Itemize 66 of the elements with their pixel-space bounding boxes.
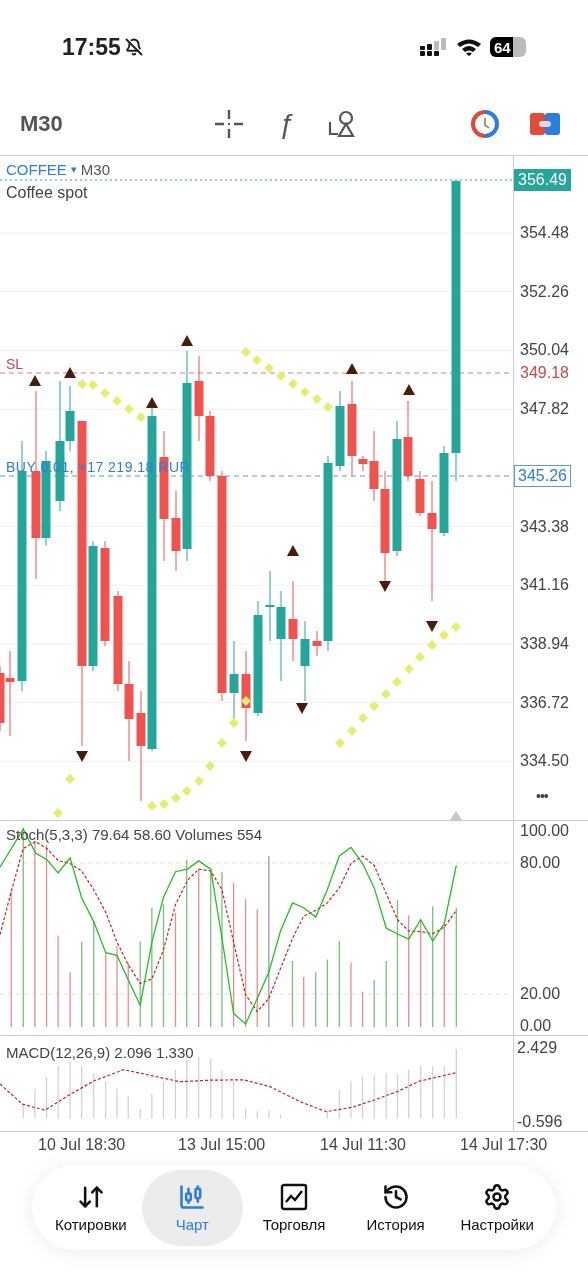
price-axis-label: 350.04 (520, 342, 569, 359)
stochastic-axis-label: 100.00 (520, 823, 569, 839)
stochastic-axis-label: 20.00 (520, 986, 561, 1002)
battery-level: 64 (493, 39, 511, 55)
down-triangle-marker (379, 581, 391, 592)
candle (265, 570, 275, 642)
up-triangle-marker (29, 375, 41, 386)
down-triangle-marker (76, 751, 88, 762)
time-axis-label: 14 Jul 17:30 (460, 1137, 548, 1153)
stop-loss-price: 349.18 (520, 365, 569, 381)
clock-icon[interactable] (470, 108, 500, 139)
signal-icon (420, 38, 448, 56)
down-triangle-marker (240, 751, 252, 762)
price-axis-label: 338.94 (520, 635, 569, 652)
price-axis-label: 354.48 (520, 225, 569, 241)
line-chart-icon (280, 1183, 308, 1211)
up-triangle-marker (146, 397, 158, 408)
position-price: 345.26 (514, 465, 571, 487)
tab-item[interactable]: Настройки (446, 1169, 548, 1246)
settings-icon (483, 1183, 512, 1211)
price-axis-label: 347.82 (520, 401, 569, 418)
symbol-description: Coffee spot (6, 185, 88, 201)
macd-axis-label: 2.429 (517, 1040, 558, 1056)
down-triangle-marker (296, 703, 308, 714)
crosshair-icon[interactable] (214, 108, 244, 139)
tab-item[interactable]: Чарт (141, 1169, 244, 1246)
tab-item[interactable]: Котировки (40, 1169, 142, 1246)
down-triangle-marker (426, 621, 438, 632)
dropdown-icon[interactable]: ▾ (70, 164, 77, 175)
scroll-marker-icon[interactable] (450, 811, 462, 820)
up-triangle-marker (403, 384, 415, 395)
price-axis-label: 343.38 (520, 518, 569, 535)
status-time: 17:55 (62, 32, 121, 62)
price-axis-label: 341.16 (520, 577, 569, 594)
up-triangle-marker (346, 363, 358, 374)
time-axis-label: 14 Jul 11:30 (320, 1137, 406, 1153)
timeframe-button[interactable]: M30 (20, 107, 80, 140)
more-icon[interactable]: ••• (536, 786, 548, 807)
current-price-label: 356.49 (514, 169, 571, 191)
stochastic-axis-label: 80.00 (520, 855, 561, 871)
shapes-icon[interactable] (328, 109, 356, 138)
up-triangle-marker (64, 367, 76, 378)
candle (205, 410, 215, 482)
up-triangle-marker (181, 335, 193, 346)
function-button[interactable]: ƒ (274, 109, 298, 138)
stochastic-axis-label: 0.00 (520, 1018, 552, 1034)
candlestick-icon (178, 1183, 207, 1211)
tab-item[interactable]: История (344, 1169, 447, 1246)
price-axis-label: 334.50 (520, 753, 569, 770)
price-axis-label: 352.26 (520, 283, 569, 300)
time-axis-label: 13 Jul 15:00 (178, 1137, 266, 1153)
time-axis-label: 10 Jul 18:30 (38, 1137, 126, 1153)
price-axis-label: 336.72 (520, 694, 569, 711)
bell-off-icon (124, 38, 143, 56)
arrows-up-down-icon (76, 1183, 105, 1211)
up-triangle-marker (287, 545, 299, 556)
chart-timeframe: M30 (80, 162, 111, 177)
macd-legend: MACD(12,26,9) 2.096 1.330 (6, 1045, 194, 1060)
stop-loss-label: SL (6, 355, 24, 374)
history-icon (381, 1183, 410, 1211)
account-icon[interactable] (530, 110, 560, 137)
tab-item[interactable]: Торговля (243, 1169, 345, 1246)
symbol-name[interactable]: COFFEE (6, 162, 67, 177)
candle (415, 470, 425, 517)
wifi-icon (456, 38, 482, 56)
macd-axis-label: -0.596 (517, 1114, 563, 1130)
